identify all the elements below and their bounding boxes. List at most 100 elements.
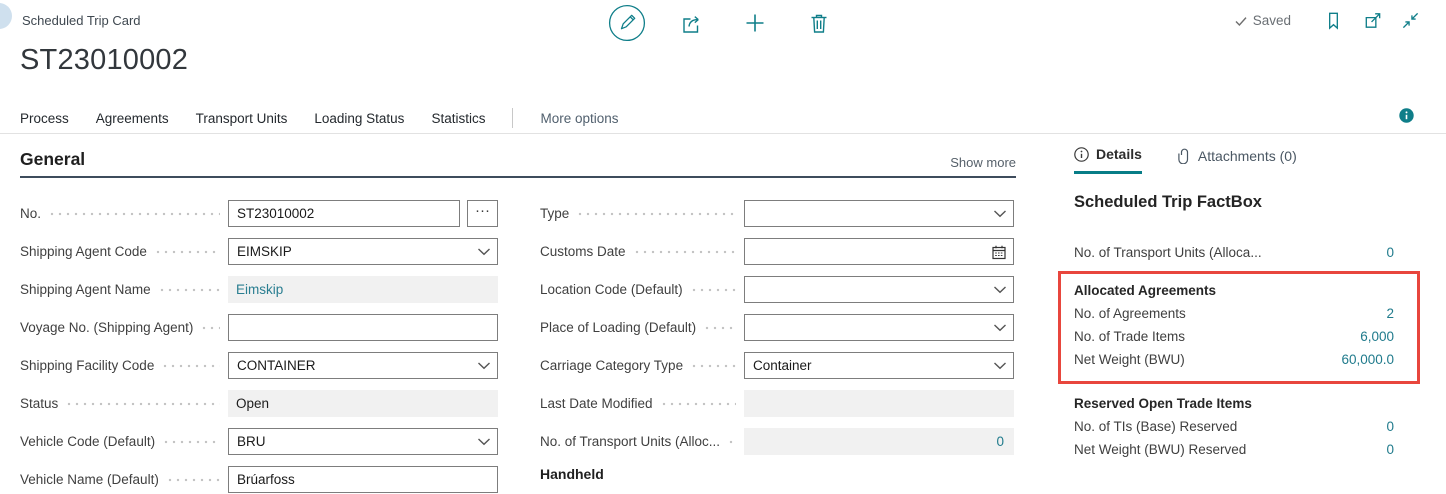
field-row-customs-date: Customs Date: [540, 238, 1014, 265]
dotted-leader: [65, 390, 220, 417]
delete-button[interactable]: [800, 4, 838, 42]
menu-item-loading-status[interactable]: Loading Status: [314, 111, 404, 126]
dotted-leader: [162, 428, 220, 455]
field-label: Place of Loading (Default): [540, 320, 696, 335]
back-bubble-decoration: [0, 3, 12, 29]
field-label: Shipping Agent Name: [20, 282, 151, 297]
drilldown-value[interactable]: 2: [1386, 306, 1394, 321]
edit-button[interactable]: [608, 4, 646, 42]
info-circle-icon[interactable]: [1399, 108, 1414, 123]
field-row-transport-units-allocated: No. of Transport Units (Alloc... 0: [540, 428, 1014, 455]
field-label: Shipping Agent Code: [20, 244, 147, 259]
dotted-leader: [690, 352, 736, 379]
dotted-leader: [200, 314, 220, 341]
field-label: No.: [20, 206, 41, 221]
field-label: Vehicle Name (Default): [20, 472, 159, 487]
group-header-reserved-open-trade-items: Reserved Open Trade Items: [1074, 392, 1394, 415]
dotted-leader: [48, 200, 220, 227]
field-row-vehicle-code: Vehicle Code (Default): [20, 428, 498, 455]
menu-item-agreements[interactable]: Agreements: [96, 111, 169, 126]
drilldown-value[interactable]: 0: [1386, 245, 1394, 260]
general-fasttab-header: General Show more: [20, 150, 1016, 178]
page-title: ST23010002: [20, 44, 188, 77]
field-row-vehicle-name: Vehicle Name (Default): [20, 466, 498, 493]
factbox-row-no-of-agreements: No. of Agreements 2: [1074, 302, 1394, 325]
no-input[interactable]: [228, 200, 460, 227]
shipping-facility-code-input[interactable]: [228, 352, 498, 379]
field-row-voyage-no: Voyage No. (Shipping Agent): [20, 314, 498, 341]
factbox-row-net-weight-reserved: Net Weight (BWU) Reserved 0: [1074, 438, 1394, 461]
checkmark-icon: [1234, 14, 1248, 28]
tab-details[interactable]: Details: [1074, 146, 1142, 174]
shipping-agent-code-input[interactable]: [228, 238, 498, 265]
assist-edit-button[interactable]: ···: [467, 200, 498, 227]
location-code-input[interactable]: [744, 276, 1014, 303]
plus-icon: [743, 11, 767, 35]
field-row-last-date-modified: Last Date Modified: [540, 390, 1014, 417]
dotted-leader: [158, 276, 220, 303]
more-options-button[interactable]: More options: [540, 111, 618, 126]
show-more-link[interactable]: Show more: [950, 155, 1016, 170]
dotted-leader: [727, 428, 736, 455]
action-menu-bar: Process Agreements Transport Units Loadi…: [0, 103, 1446, 134]
place-of-loading-input[interactable]: [744, 314, 1014, 341]
menu-divider: [512, 108, 513, 128]
shipping-agent-name-value[interactable]: Eimskip: [236, 282, 283, 297]
scheduled-trip-card-page: { "colors": { "accent_teal": "#0f7e89", …: [0, 0, 1446, 494]
menu-item-process[interactable]: Process: [20, 111, 69, 126]
field-label: Customs Date: [540, 244, 626, 259]
general-left-column: No. ··· Shipping Agent Code Shipping Age…: [20, 200, 498, 494]
factbox-row-net-weight: Net Weight (BWU) 60,000.0: [1074, 348, 1394, 371]
factbox-title: Scheduled Trip FactBox: [1074, 193, 1394, 212]
factbox-row-no-of-trade-items: No. of Trade Items 6,000: [1074, 325, 1394, 348]
dotted-leader: [166, 466, 220, 493]
dotted-leader: [703, 314, 736, 341]
page-caption: Scheduled Trip Card: [22, 13, 141, 28]
field-label: Shipping Facility Code: [20, 358, 154, 373]
carriage-category-type-input[interactable]: [744, 352, 1014, 379]
details-info-icon: [1074, 147, 1089, 162]
voyage-no-input[interactable]: [228, 314, 498, 341]
drilldown-value[interactable]: 0: [1386, 442, 1394, 457]
bookmark-button[interactable]: [1323, 10, 1344, 31]
dotted-leader: [161, 352, 220, 379]
customs-date-input[interactable]: [744, 238, 1014, 265]
field-row-shipping-agent-code: Shipping Agent Code: [20, 238, 498, 265]
general-right-column: Type Customs Date Location Code (Default…: [540, 200, 1014, 482]
menu-item-statistics[interactable]: Statistics: [431, 111, 485, 126]
tab-attachments[interactable]: Attachments (0): [1178, 148, 1297, 173]
field-row-shipping-facility-code: Shipping Facility Code: [20, 352, 498, 379]
field-label: Carriage Category Type: [540, 358, 683, 373]
field-row-carriage-category-type: Carriage Category Type: [540, 352, 1014, 379]
drilldown-value[interactable]: 0: [1386, 419, 1394, 434]
menu-item-transport-units[interactable]: Transport Units: [196, 111, 288, 126]
dotted-leader: [576, 200, 736, 227]
field-label: Vehicle Code (Default): [20, 434, 155, 449]
vehicle-name-input[interactable]: [228, 466, 498, 493]
save-status: Saved: [1234, 13, 1291, 28]
dotted-leader: [154, 238, 220, 265]
action-toolbar: [0, 2, 1446, 44]
share-icon: [678, 10, 704, 36]
collapse-button[interactable]: [1401, 11, 1420, 30]
handheld-group-header: Handheld: [540, 466, 1014, 482]
factbox-row-tis-base-reserved: No. of TIs (Base) Reserved 0: [1074, 415, 1394, 438]
factbox-row-transport-units: No. of Transport Units (Alloca... 0: [1074, 241, 1394, 264]
status-value: Open: [236, 396, 269, 411]
new-button[interactable]: [736, 4, 774, 42]
tab-attachments-label: Attachments (0): [1198, 148, 1297, 164]
dotted-leader: [633, 238, 736, 265]
type-input[interactable]: [744, 200, 1014, 227]
field-row-no: No. ···: [20, 200, 498, 227]
drilldown-value[interactable]: 60,000.0: [1341, 352, 1394, 367]
trash-icon: [807, 11, 831, 35]
drilldown-value[interactable]: 6,000: [1360, 329, 1394, 344]
open-in-new-window-button[interactable]: [1362, 10, 1383, 31]
section-title-general[interactable]: General: [20, 149, 85, 170]
window-controls: Saved: [1234, 10, 1420, 31]
transport-units-allocated-value[interactable]: 0: [996, 434, 1004, 449]
vehicle-code-input[interactable]: [228, 428, 498, 455]
paperclip-icon: [1178, 148, 1191, 164]
field-label: Type: [540, 206, 569, 221]
share-button[interactable]: [672, 4, 710, 42]
